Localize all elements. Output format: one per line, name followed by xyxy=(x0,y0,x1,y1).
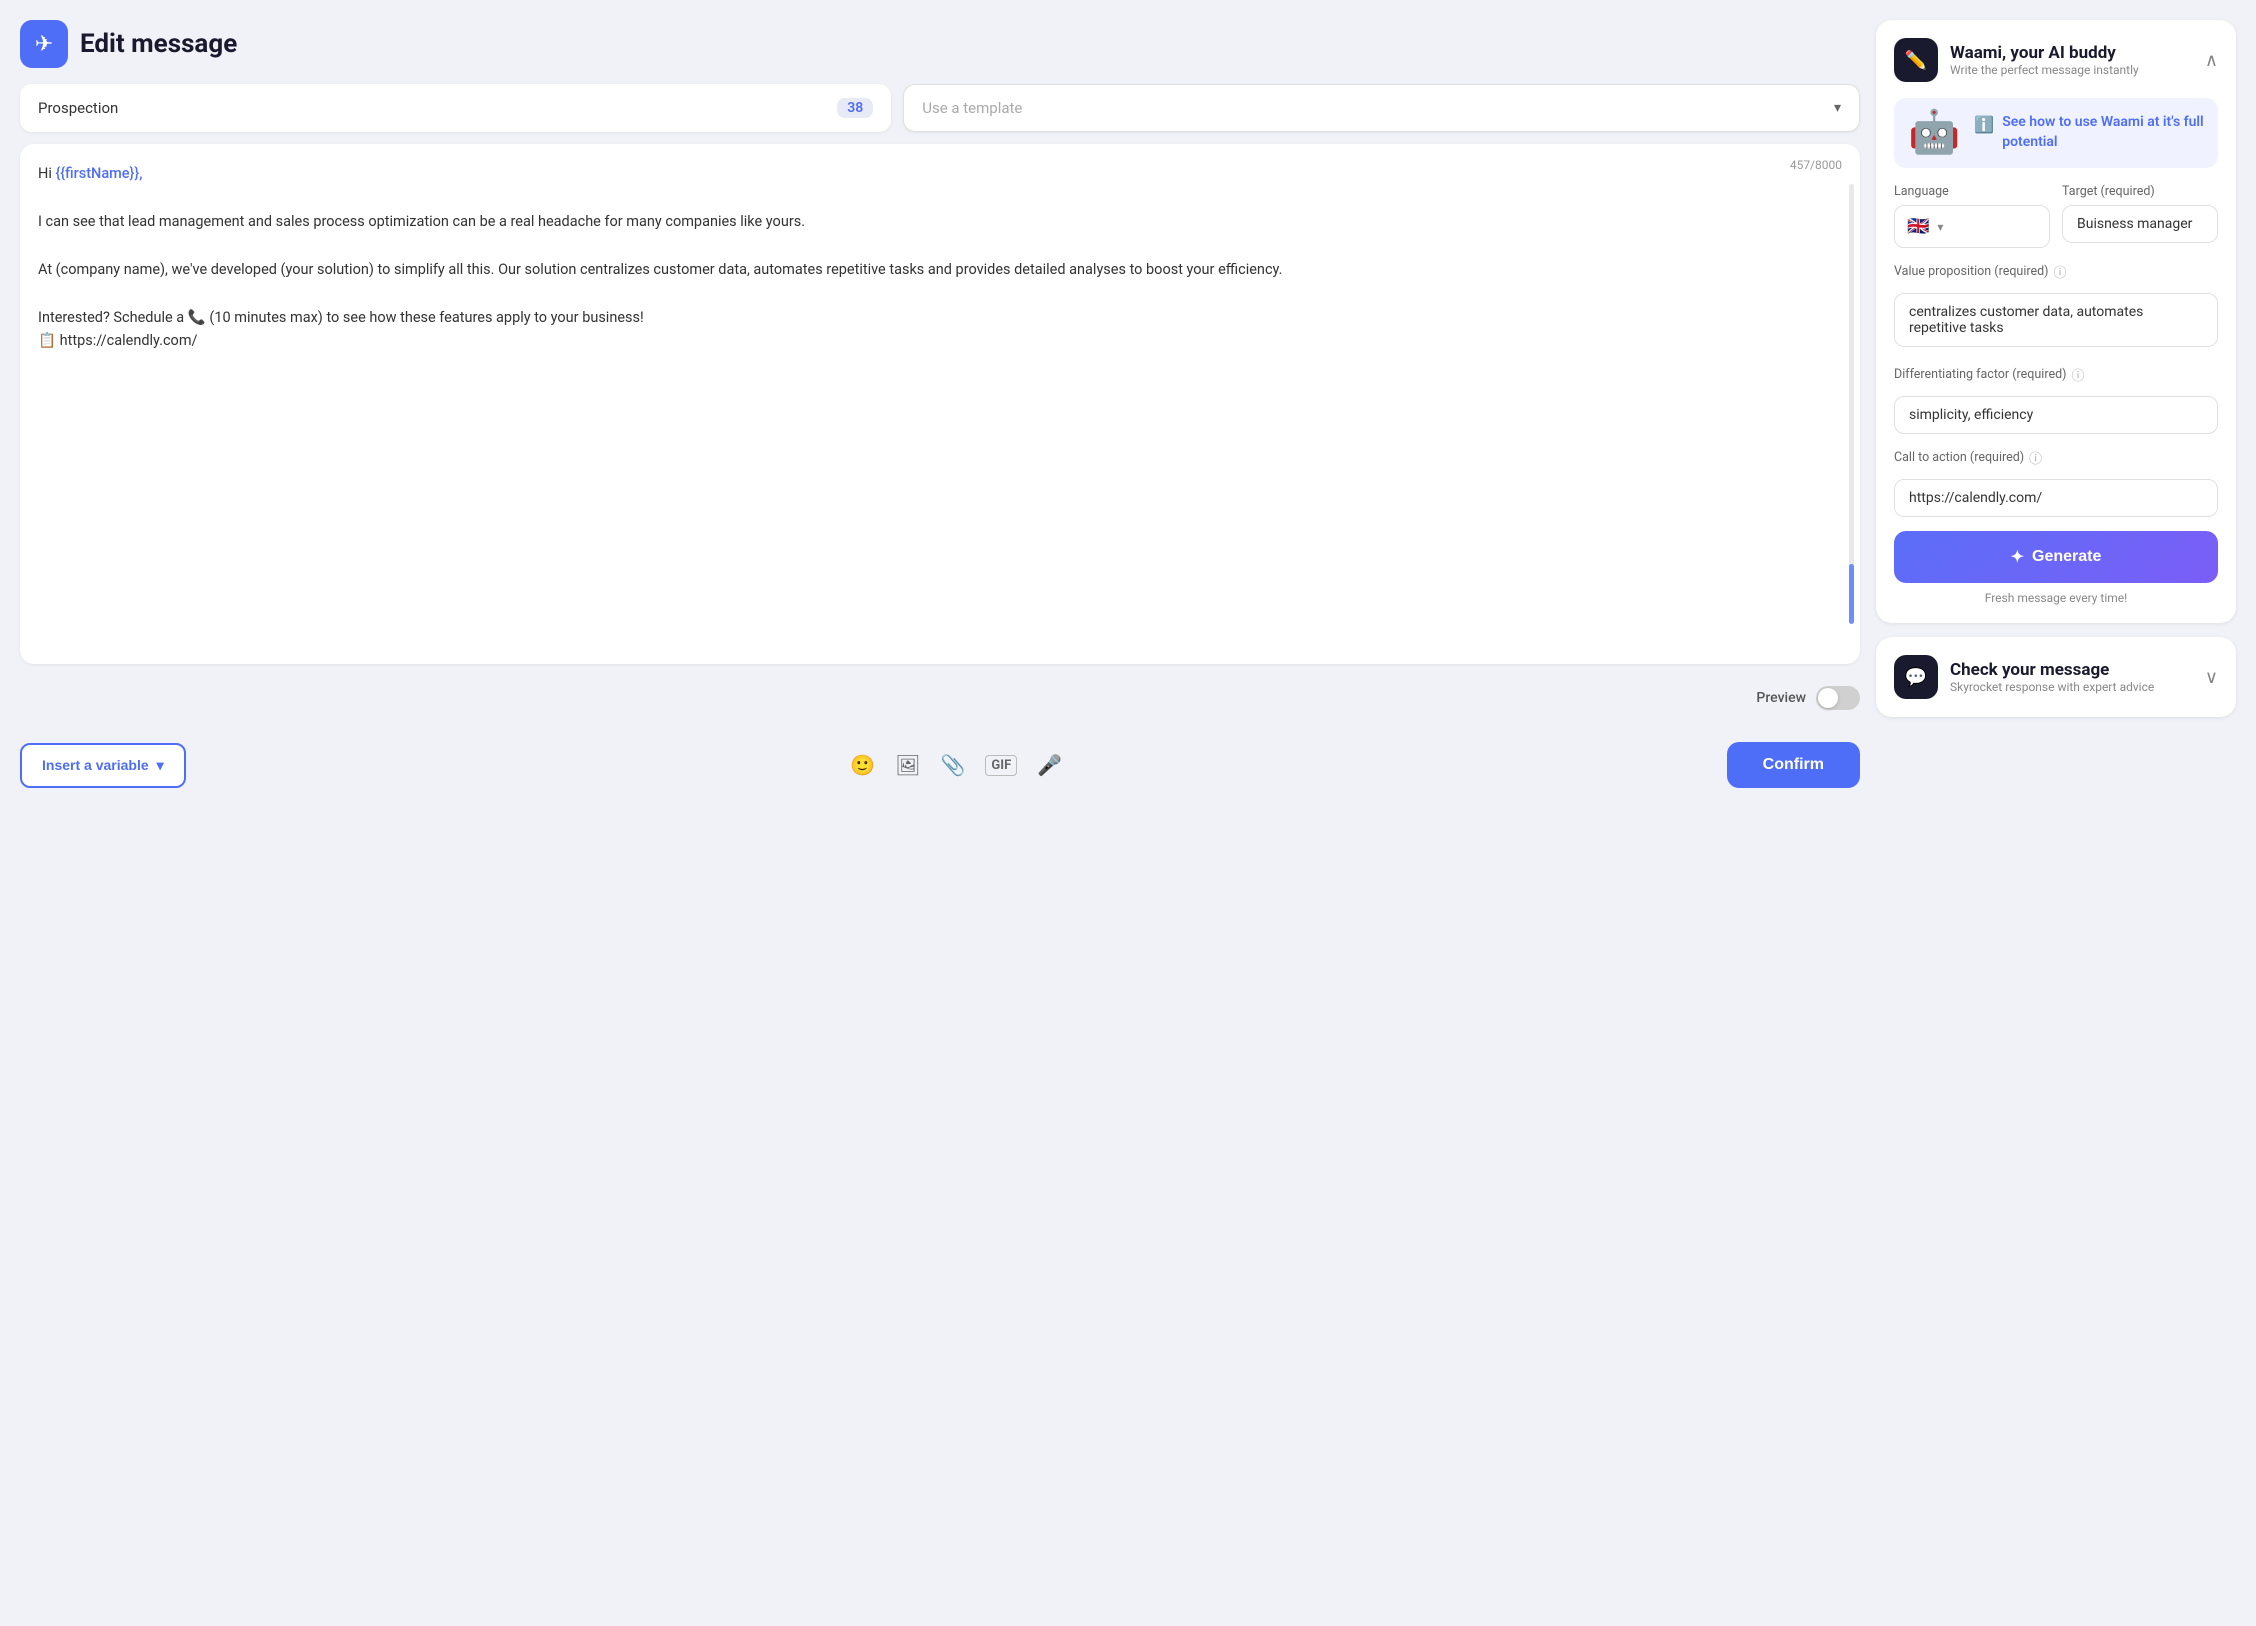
diff-factor-label: Differentiating factor (required) xyxy=(1894,367,2066,382)
chevron-down-icon: ▾ xyxy=(1834,100,1841,116)
check-message-title-block: Check your message Skyrocket response wi… xyxy=(1950,660,2154,694)
waami-promo-text: ℹ️ See how to use Waami at it's full pot… xyxy=(1974,113,2204,152)
generate-subtext: Fresh message every time! xyxy=(1894,591,2218,605)
app-icon: ✈ xyxy=(20,20,68,68)
cta-input[interactable] xyxy=(1894,479,2218,517)
diff-factor-label-row: Differentiating factor (required) ⓘ xyxy=(1894,365,2218,384)
target-label: Target (required) xyxy=(2062,184,2218,199)
diff-factor-input[interactable] xyxy=(1894,396,2218,434)
paragraph-1: I can see that lead management and sales… xyxy=(38,210,1822,234)
value-prop-input[interactable] xyxy=(1894,293,2218,347)
preview-toggle[interactable] xyxy=(1816,686,1860,710)
page-header: ✈ Edit message xyxy=(20,20,1860,68)
char-count: 457/8000 xyxy=(1790,158,1842,172)
chevron-down-icon: ▾ xyxy=(157,757,164,774)
message-content: Hi {{firstName}}, I can see that lead ma… xyxy=(38,162,1842,353)
waami-promo-banner: 🤖 ℹ️ See how to use Waami at it's full p… xyxy=(1894,98,2218,168)
scrollbar[interactable] xyxy=(1849,184,1854,624)
info-icon[interactable]: ⓘ xyxy=(2054,262,2067,281)
ai-buddy-icon: ✏️ xyxy=(1894,38,1938,82)
check-message-name: Check your message xyxy=(1950,660,2154,680)
attachment-icon[interactable]: 📎 xyxy=(941,753,966,777)
ai-buddy-card: ✏️ Waami, your AI buddy Write the perfec… xyxy=(1876,20,2236,623)
chevron-down-icon[interactable]: ∨ xyxy=(2205,667,2218,688)
cta-section: Call to action (required) ⓘ xyxy=(1894,448,2218,517)
paragraph-2: At (company name), we've developed (your… xyxy=(38,258,1822,282)
calendly-link: 📋 https://calendly.com/ xyxy=(38,329,1822,353)
paragraph-3: Interested? Schedule a 📞 (10 minutes max… xyxy=(38,306,1822,330)
info-icon[interactable]: ⓘ xyxy=(2029,448,2042,467)
prospection-badge: 38 xyxy=(837,98,873,118)
page-title: Edit message xyxy=(80,29,237,59)
waami-promo-link[interactable]: See how to use Waami at it's full potent… xyxy=(2002,113,2204,152)
template-dropdown[interactable]: Use a template ▾ xyxy=(903,84,1860,132)
generate-button[interactable]: ✦ Generate xyxy=(1894,531,2218,583)
confirm-button[interactable]: Confirm xyxy=(1727,742,1860,788)
generate-icon: ✦ xyxy=(2011,547,2024,567)
image-icon[interactable]: 🖼 xyxy=(895,753,920,777)
value-prop-label-row: Value proposition (required) ⓘ xyxy=(1894,262,2218,281)
robot-icon: 🤖 xyxy=(1908,112,1960,154)
template-dropdown-label: Use a template xyxy=(922,99,1022,117)
flag-icon: 🇬🇧 xyxy=(1907,216,1929,237)
prospection-label: Prospection xyxy=(38,99,118,117)
diff-factor-section: Differentiating factor (required) ⓘ xyxy=(1894,365,2218,434)
target-col: Target (required) xyxy=(2062,184,2218,248)
language-select[interactable]: 🇬🇧 ▾ xyxy=(1894,205,2050,248)
ai-buddy-name: Waami, your AI buddy xyxy=(1950,43,2139,63)
emoji-icon[interactable]: 🙂 xyxy=(850,753,875,777)
right-panel: ✏️ Waami, your AI buddy Write the perfec… xyxy=(1876,20,2236,717)
microphone-icon[interactable]: 🎤 xyxy=(1037,753,1062,777)
ai-buddy-title-block: Waami, your AI buddy Write the perfect m… xyxy=(1950,43,2139,77)
info-icon[interactable]: ⓘ xyxy=(2071,365,2084,384)
value-prop-label: Value proposition (required) xyxy=(1894,264,2049,279)
bottom-toolbar: Insert a variable ▾ 🙂 🖼 📎 GIF 🎤 Confirm xyxy=(20,732,1860,804)
language-label: Language xyxy=(1894,184,2050,199)
generate-label: Generate xyxy=(2032,548,2101,566)
check-message-subtitle: Skyrocket response with expert advice xyxy=(1950,680,2154,694)
ai-buddy-subtitle: Write the perfect message instantly xyxy=(1950,63,2139,77)
ai-buddy-header: ✏️ Waami, your AI buddy Write the perfec… xyxy=(1894,38,2218,82)
insert-variable-label: Insert a variable xyxy=(42,757,149,773)
cta-label: Call to action (required) xyxy=(1894,450,2024,465)
prospection-box: Prospection 38 xyxy=(20,84,891,132)
toggle-knob xyxy=(1818,688,1838,708)
firstname-variable: {{firstName}}, xyxy=(55,165,142,182)
language-target-row: Language 🇬🇧 ▾ Target (required) xyxy=(1894,184,2218,248)
check-message-header: 💬 Check your message Skyrocket response … xyxy=(1894,655,2218,699)
preview-label: Preview xyxy=(1756,690,1806,706)
controls-row: Prospection 38 Use a template ▾ xyxy=(20,84,1860,132)
chevron-up-icon[interactable]: ∧ xyxy=(2205,50,2218,71)
message-editor[interactable]: 457/8000 Hi {{firstName}}, I can see tha… xyxy=(20,144,1860,664)
preview-bar: Preview xyxy=(20,676,1860,720)
cta-label-row: Call to action (required) ⓘ xyxy=(1894,448,2218,467)
insert-variable-button[interactable]: Insert a variable ▾ xyxy=(20,743,186,788)
scrollbar-thumb xyxy=(1849,564,1854,624)
target-input[interactable] xyxy=(2062,205,2218,243)
check-message-title-row: 💬 Check your message Skyrocket response … xyxy=(1894,655,2154,699)
check-message-icon: 💬 xyxy=(1894,655,1938,699)
language-col: Language 🇬🇧 ▾ xyxy=(1894,184,2050,248)
greeting-text: Hi xyxy=(38,165,55,182)
left-panel: ✈ Edit message Prospection 38 Use a temp… xyxy=(20,20,1860,804)
info-circle-icon: ℹ️ xyxy=(1974,115,1994,134)
toolbar-icons: 🙂 🖼 📎 GIF 🎤 xyxy=(850,753,1062,777)
value-prop-section: Value proposition (required) ⓘ xyxy=(1894,262,2218,351)
ai-buddy-title-row: ✏️ Waami, your AI buddy Write the perfec… xyxy=(1894,38,2139,82)
check-message-card: 💬 Check your message Skyrocket response … xyxy=(1876,637,2236,717)
chevron-down-icon: ▾ xyxy=(1937,220,1943,234)
gif-icon[interactable]: GIF xyxy=(985,755,1017,776)
